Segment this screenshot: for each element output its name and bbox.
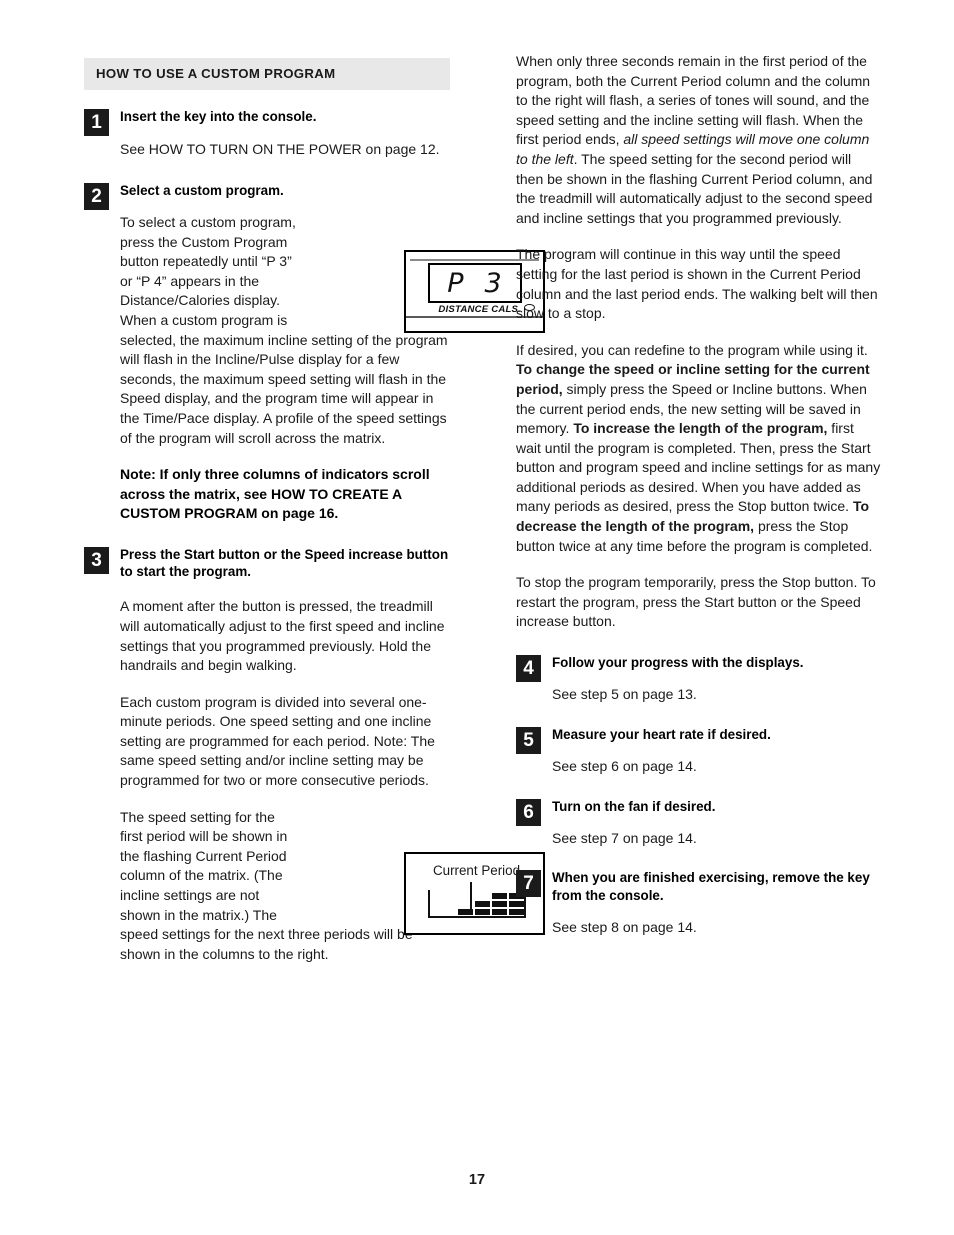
- step-6: 6 Turn on the fan if desired.: [516, 798, 882, 826]
- lcd-label-text: DISTANCE CALS.: [438, 304, 521, 315]
- matrix-cell: [492, 893, 507, 899]
- text-segment: The program will continue in this way un…: [516, 246, 878, 322]
- paragraph-first-period: When only three seconds remain in the fi…: [516, 52, 882, 228]
- paragraph-stop-temporarily: To stop the program temporarily, press t…: [516, 573, 882, 632]
- step-3-paragraph-2: Each custom program is divided into seve…: [120, 693, 435, 789]
- step-3: 3 Press the Start button or the Speed in…: [84, 546, 450, 580]
- matrix-frame: [428, 890, 526, 918]
- step-title: Turn on the fan if desired.: [552, 798, 716, 814]
- matrix-column: [475, 901, 490, 915]
- step-7-body: See step 8 on page 14.: [552, 918, 697, 935]
- step-2: 2 Select a custom program.: [84, 182, 450, 210]
- step-number-badge: 3: [84, 546, 109, 574]
- matrix-cell: [492, 901, 507, 907]
- step-4-body: See step 5 on page 13.: [552, 686, 697, 703]
- matrix-cell: [458, 909, 473, 915]
- step-title: Follow your progress with the displays.: [552, 655, 804, 671]
- step-number-badge: 6: [516, 798, 541, 826]
- step-title: Press the Start button or the Speed incr…: [120, 546, 449, 580]
- step-title: Insert the key into the console.: [120, 109, 317, 124]
- page-number: 17: [468, 1172, 486, 1188]
- manual-page: HOW TO USE A CUSTOM PROGRAM 1 Insert the…: [0, 0, 954, 1235]
- right-column: When only three seconds remain in the fi…: [516, 52, 882, 937]
- step-title: Select a custom program.: [120, 182, 284, 198]
- matrix-cell: [492, 909, 507, 915]
- step-number-badge: 7: [516, 870, 541, 898]
- lcd-digit-right: 3: [484, 267, 503, 299]
- step-title: Measure your heart rate if desired.: [552, 726, 771, 742]
- matrix-columns: [458, 893, 524, 915]
- matrix-cell: [475, 909, 490, 915]
- matrix-column: [492, 893, 507, 915]
- matrix-baseline: [428, 916, 526, 918]
- step-1-body: See HOW TO TURN ON THE POWER on page 12.: [120, 141, 440, 158]
- step-7: 7 When you are finished exercising, remo…: [516, 869, 882, 903]
- step-1: 1 Insert the key into the console.: [84, 108, 450, 136]
- lcd-digit-left: P: [447, 267, 465, 299]
- step-number-badge: 5: [516, 726, 541, 754]
- step-2-note: Note: If only three columns of indicator…: [120, 466, 430, 522]
- matrix-cell: [475, 901, 490, 907]
- text-segment: If desired, you can redefine to the prog…: [516, 341, 868, 358]
- lcd-screen: P 3: [428, 263, 522, 303]
- text-segment: To stop the program temporarily, press t…: [516, 574, 876, 630]
- step-6-body: See step 7 on page 14.: [552, 829, 697, 846]
- text-segment: To increase the length of the program,: [573, 420, 828, 437]
- step-3-paragraph-1: A moment after the button is pressed, th…: [120, 598, 445, 674]
- matrix-column: [458, 909, 473, 915]
- step-3-paragraph-3: The speed setting for the first period w…: [84, 808, 450, 965]
- step-4: 4 Follow your progress with the displays…: [516, 654, 882, 683]
- step-number-badge: 2: [84, 182, 109, 210]
- step-5-body: See step 6 on page 14.: [552, 758, 697, 775]
- paragraph-continue: The program will continue in this way un…: [516, 245, 882, 323]
- section-header-bar: HOW TO USE A CUSTOM PROGRAM: [84, 58, 450, 90]
- step-number-badge: 4: [516, 655, 541, 683]
- left-column: HOW TO USE A CUSTOM PROGRAM 1 Insert the…: [84, 58, 545, 965]
- step-5: 5 Measure your heart rate if desired.: [516, 726, 882, 754]
- step-title: When you are finished exercising, remove…: [552, 870, 870, 903]
- step-2-body: To select a custom program, press the Cu…: [84, 213, 450, 448]
- paragraph-redefine: If desired, you can redefine to the prog…: [516, 341, 882, 557]
- lcd-digit-group: P 3: [430, 265, 520, 301]
- section-heading: HOW TO USE A CUSTOM PROGRAM: [96, 66, 336, 81]
- step-number-badge: 1: [84, 109, 109, 136]
